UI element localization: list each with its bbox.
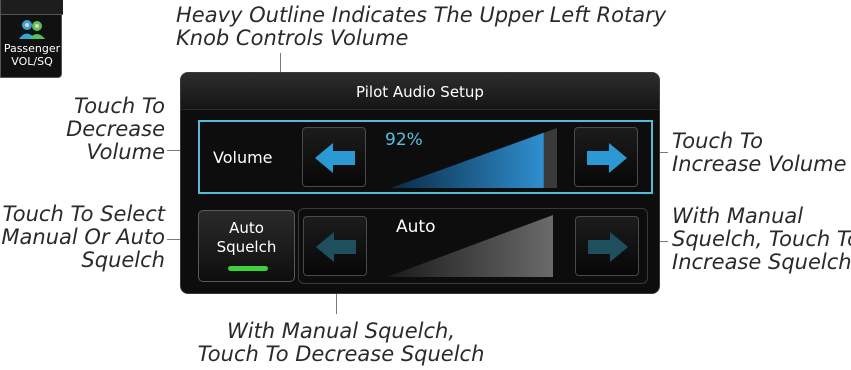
volume-ramp[interactable]: [391, 128, 561, 188]
squelch-ramp: [387, 215, 553, 277]
auto-squelch-line1: Auto: [229, 219, 264, 237]
callout-select-squelch-line1: Touch To Select: [2, 202, 165, 226]
left-arrow-icon: [316, 232, 356, 262]
auto-squelch-line2: Squelch: [216, 238, 277, 256]
callout-increase-squelch: With Manual Squelch, Touch To Increase S…: [672, 205, 851, 274]
callout-increase-volume-line2: Increase Volume: [672, 152, 847, 176]
callout-select-squelch-line2: Manual Or Auto: [1, 225, 165, 249]
corner-label-line2: VOL/SQ: [11, 55, 53, 68]
passenger-icon: [17, 18, 47, 44]
auto-squelch-button[interactable]: Auto Squelch: [198, 210, 295, 282]
callout-increase-squelch-line1: With Manual: [672, 204, 804, 228]
callout-select-squelch-line3: Squelch: [81, 248, 165, 272]
right-arrow-icon: [587, 143, 627, 173]
passenger-vol-sq-button[interactable]: Passenger VOL/SQ: [0, 0, 63, 78]
callout-select-squelch: Touch To Select Manual Or Auto Squelch: [0, 203, 165, 272]
squelch-ramp-shape: [387, 215, 553, 277]
corner-label: Passenger VOL/SQ: [1, 42, 63, 68]
pilot-audio-setup-panel: Pilot Audio Setup Volume 92% Auto Squelc…: [180, 72, 660, 294]
panel-title: Pilot Audio Setup: [181, 73, 659, 110]
squelch-row: Auto: [298, 208, 648, 284]
callout-decrease-volume-line2: Decrease: [66, 117, 165, 141]
corner-label-line1: Passenger: [3, 42, 61, 55]
volume-row: Volume 92%: [198, 120, 653, 194]
callout-decrease-squelch-line1: With Manual Squelch,: [226, 319, 456, 343]
volume-label: Volume: [213, 148, 273, 167]
squelch-on-indicator: [228, 266, 268, 271]
callout-increase-volume-line1: Touch To: [672, 129, 764, 153]
squelch-increase-button[interactable]: [575, 216, 639, 276]
callout-increase-squelch-line3: Increase Squelch: [672, 250, 851, 274]
callout-decrease-squelch: With Manual Squelch, Touch To Decrease S…: [176, 320, 506, 366]
squelch-decrease-button[interactable]: [303, 216, 367, 276]
callout-rotary-knob: Heavy Outline Indicates The Upper Left R…: [176, 4, 666, 50]
callout-decrease-volume: Touch To Decrease Volume: [40, 95, 165, 164]
volume-decrease-button[interactable]: [302, 127, 366, 187]
volume-increase-button[interactable]: [574, 127, 638, 187]
right-arrow-icon: [588, 232, 628, 262]
volume-ramp-fill: [391, 132, 544, 188]
callout-rotary-line2: Knob Controls Volume: [176, 26, 409, 50]
callout-increase-squelch-line2: Squelch, Touch To: [672, 227, 851, 251]
callout-rotary-line1: Heavy Outline Indicates The Upper Left R…: [176, 3, 667, 27]
callout-decrease-volume-line3: Volume: [86, 140, 165, 164]
callout-decrease-squelch-line2: Touch To Decrease Squelch: [197, 342, 485, 366]
callout-increase-volume: Touch To Increase Volume: [672, 130, 847, 176]
corner-strip: [1, 0, 63, 15]
callout-decrease-volume-line1: Touch To: [73, 94, 165, 118]
left-arrow-icon: [315, 143, 355, 173]
